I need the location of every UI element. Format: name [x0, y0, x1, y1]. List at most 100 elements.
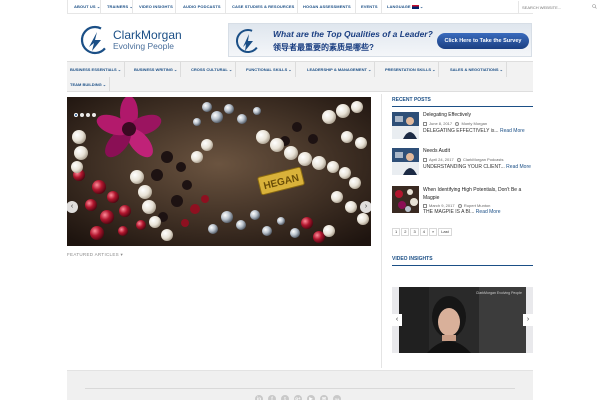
nav-hogan-assessments[interactable]: HOGAN ASSESSMENTS [303, 4, 351, 9]
read-more-link[interactable]: Read More [506, 164, 531, 170]
slider-dot[interactable] [86, 113, 90, 117]
post-excerpt: UNDERSTANDING YOUR CLIENT... Read More [423, 164, 531, 170]
video-next-button[interactable]: › [523, 314, 533, 326]
category-navigation: BUSINESS ESSENTIALS⌄ BUSINESS WRITING⌄ C… [67, 61, 533, 92]
footer: in f t g+ ▶ ✉ rss [67, 370, 533, 400]
nav-case-studies[interactable]: CASE STUDIES & RESOURCES [232, 4, 294, 9]
video-insights-title: VIDEO INSIGHTS [392, 256, 433, 262]
footer-divider [85, 388, 515, 389]
logo-tagline: Evolving People [113, 41, 174, 51]
video-player[interactable]: ClarkMorgan Evolving People [399, 287, 526, 353]
youtube-icon[interactable]: ▶ [307, 395, 315, 400]
nav-audio-podcasts[interactable]: AUDIO PODCASTS [183, 4, 221, 9]
post-title[interactable]: Needs Audit [423, 148, 450, 154]
recent-post-item[interactable]: When Identifying High Potentials, Don't … [392, 186, 533, 218]
cat-cross-cultural[interactable]: CROSS CULTURAL⌄ [188, 62, 237, 77]
slider-dot[interactable] [80, 113, 84, 117]
last-page-link[interactable]: Last [438, 228, 452, 236]
author-icon [455, 121, 460, 126]
linkedin-icon[interactable]: in [255, 395, 263, 400]
twitter-icon[interactable]: t [281, 395, 289, 400]
nav-events[interactable]: EVENTS [361, 4, 378, 9]
nav-video-insights[interactable]: VIDEO INSIGHTS [139, 4, 173, 9]
rss-icon[interactable]: rss [333, 395, 341, 400]
section-rule [392, 106, 533, 107]
featured-articles-label[interactable]: FEATURED ARTICLES ▾ [67, 252, 123, 258]
page-link[interactable]: 2 [401, 228, 410, 236]
post-meta: June 8, 2017 Monty Morgan [423, 121, 487, 126]
banner-question: What are the Top Qualities of a Leader? [273, 29, 433, 39]
post-thumbnail[interactable] [392, 148, 419, 175]
slider-jewelry-image: HEGAN [67, 97, 371, 246]
nav-divider [355, 0, 356, 14]
site-logo[interactable]: ClarkMorgan Evolving People [80, 24, 190, 56]
recent-post-item[interactable]: Needs Audit April 24, 2017 ClarkMorgan P… [392, 148, 533, 178]
nav-divider [175, 0, 176, 14]
nav-divider [100, 0, 101, 14]
nav-language[interactable]: LANGUAGE ⌄ [387, 4, 423, 9]
page-link[interactable]: 1 [392, 228, 401, 236]
site-search[interactable] [518, 1, 600, 13]
top-navigation: ABOUT US ⌄ TRAINERS ⌄ VIDEO INSIGHTS AUD… [67, 0, 600, 14]
slider-dot[interactable] [92, 113, 96, 117]
banner-logo-icon [236, 29, 260, 53]
author-icon [457, 203, 462, 208]
next-page-link[interactable]: » [428, 228, 438, 236]
column-divider [381, 94, 382, 368]
video-watermark: ClarkMorgan Evolving People [475, 291, 522, 295]
nav-divider [381, 0, 382, 14]
nav-divider [132, 0, 133, 14]
video-prev-button[interactable]: ‹ [392, 314, 402, 326]
facebook-icon[interactable]: f [268, 395, 276, 400]
banner-question-chinese: 领导者最重要的素质是哪些? [273, 43, 374, 52]
cat-business-essentials[interactable]: BUSINESS ESSENTIALS⌄ [67, 62, 126, 77]
cat-team-building[interactable]: TEAM BUILDING⌄ [67, 77, 111, 92]
google-plus-icon[interactable]: g+ [294, 395, 302, 400]
post-thumbnail[interactable] [392, 186, 419, 213]
page-link[interactable]: 4 [419, 228, 428, 236]
nav-divider [225, 0, 226, 14]
recent-posts-pagination: 1 2 3 4» Last [392, 228, 453, 246]
author-icon [457, 157, 462, 162]
post-title[interactable]: When Identifying High Potentials, Don't … [423, 186, 533, 202]
post-excerpt: DELEGATING EFFECTIVELY is... Read More [423, 128, 525, 134]
slider-dot[interactable] [74, 113, 78, 117]
read-more-link[interactable]: Read More [500, 128, 525, 134]
cat-functional-skills[interactable]: FUNCTIONAL SKILLS⌄ [243, 62, 296, 77]
post-thumbnail-image [392, 112, 419, 139]
nav-trainers[interactable]: TRAINERS ⌄ [107, 4, 133, 9]
recent-post-item[interactable]: Delegating Effectively June 8, 2017 Mont… [392, 112, 533, 142]
section-rule [392, 265, 533, 266]
page: ABOUT US ⌄ TRAINERS ⌄ VIDEO INSIGHTS AUD… [0, 0, 600, 400]
search-input[interactable] [522, 4, 590, 10]
nav-divider [297, 0, 298, 14]
post-title[interactable]: Delegating Effectively [423, 112, 471, 118]
nav-divider [67, 0, 68, 14]
post-thumbnail[interactable] [392, 112, 419, 139]
calendar-icon [423, 157, 427, 162]
email-icon[interactable]: ✉ [320, 395, 328, 400]
video-thumbnail-image [399, 287, 526, 353]
video-carousel[interactable]: ClarkMorgan Evolving People ‹ › [392, 287, 533, 353]
page-link[interactable]: 3 [410, 228, 419, 236]
cat-business-writing[interactable]: BUSINESS WRITING⌄ [131, 62, 182, 77]
cat-sales-negotiations[interactable]: SALES & NEGOTIATIONS⌄ [447, 62, 507, 77]
cat-leadership-management[interactable]: LEADERSHIP & MANAGEMENT⌄ [304, 62, 376, 77]
uk-flag-icon [411, 4, 419, 9]
read-more-link[interactable]: Read More [476, 209, 501, 215]
survey-banner[interactable]: What are the Top Qualities of a Leader? … [228, 23, 532, 57]
slider-next-button[interactable]: › [360, 201, 371, 213]
post-meta: April 24, 2017 ClarkMorgan Podcasts [423, 157, 504, 162]
calendar-icon [423, 203, 427, 208]
cat-presentation-skills[interactable]: PRESENTATION SKILLS⌄ [382, 62, 440, 77]
slider-pagination [74, 104, 98, 122]
nav-about-us[interactable]: ABOUT US ⌄ [74, 4, 100, 9]
featured-slider[interactable]: HEGAN ‹ › [67, 97, 371, 246]
search-icon[interactable] [592, 4, 597, 9]
logo-mark-icon [80, 25, 110, 55]
take-survey-button[interactable]: Click Here to Take the Survey [437, 33, 529, 49]
recent-posts-title: RECENT POSTS [392, 97, 431, 103]
post-thumbnail-image [392, 186, 419, 213]
post-excerpt: THE MAGPIE IS A BI... Read More [423, 209, 501, 215]
post-thumbnail-image [392, 148, 419, 175]
